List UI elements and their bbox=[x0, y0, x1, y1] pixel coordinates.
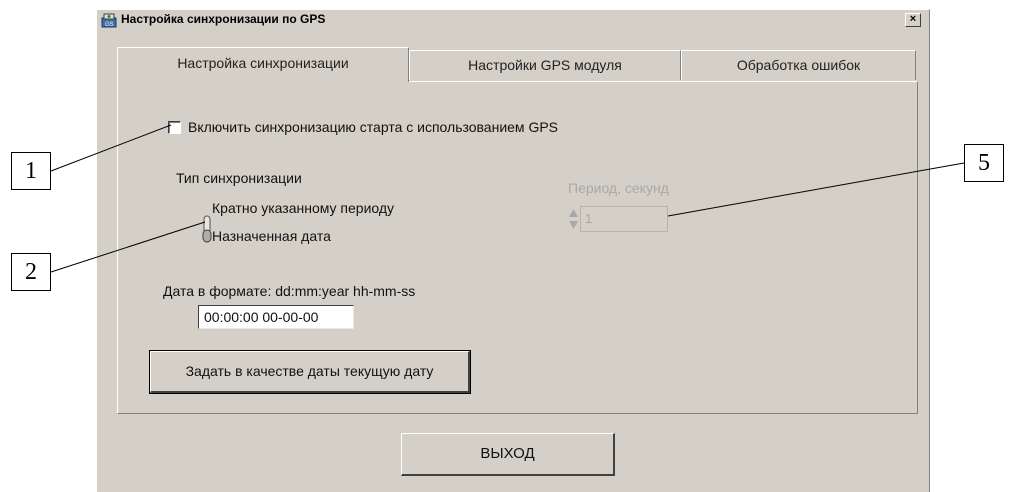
svg-text:GS: GS bbox=[105, 22, 114, 28]
period-label: Период, секунд bbox=[568, 180, 669, 196]
tab-error-handling[interactable]: Обработка ошибок bbox=[681, 50, 916, 80]
callout-5: 5 bbox=[964, 144, 1004, 182]
option-date-label[interactable]: Назначенная дата bbox=[212, 228, 331, 244]
callout-1: 1 bbox=[11, 152, 51, 190]
close-button[interactable]: × bbox=[905, 13, 921, 27]
callout-2: 2 bbox=[11, 253, 51, 291]
date-input[interactable]: 00:00:00 00-00-00 bbox=[198, 305, 354, 329]
gps-app-icon: GS bbox=[101, 13, 117, 28]
enable-sync-label: Включить синхронизацию старта с использо… bbox=[188, 119, 559, 135]
exit-button[interactable]: ВЫХОД bbox=[401, 433, 615, 476]
title-bar: GS Настройка синхронизации по GPS × bbox=[97, 10, 929, 31]
set-current-date-button[interactable]: Задать в качестве даты текущую дату bbox=[149, 350, 471, 394]
close-icon: × bbox=[909, 13, 917, 25]
enable-sync-checkbox[interactable] bbox=[168, 121, 181, 134]
tab-sync-settings[interactable]: Настройка синхронизации bbox=[117, 47, 409, 82]
sync-type-label: Тип синхронизации bbox=[176, 170, 302, 186]
period-input[interactable]: 1 bbox=[580, 206, 668, 232]
toggle-switch-icon[interactable] bbox=[202, 214, 212, 244]
window-title: Настройка синхронизации по GPS bbox=[121, 12, 326, 26]
spinner-arrows-icon[interactable] bbox=[568, 207, 579, 231]
tab-gps-module-settings[interactable]: Настройки GPS модуля bbox=[409, 50, 681, 80]
date-format-label: Дата в формате: dd:mm:year hh-mm-ss bbox=[163, 283, 416, 299]
option-period-label[interactable]: Кратно указанному периоду bbox=[212, 200, 394, 216]
